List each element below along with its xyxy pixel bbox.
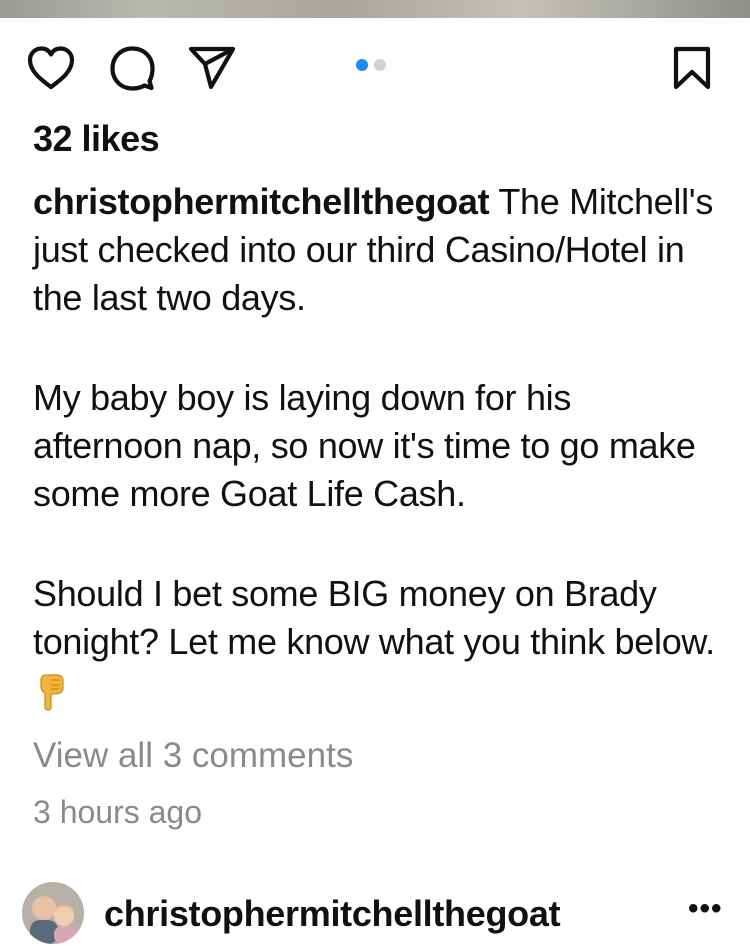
carousel-indicator	[356, 59, 386, 71]
caption-username[interactable]: christophermitchellthegoat	[33, 181, 490, 222]
comment-button[interactable]	[106, 40, 158, 96]
post-image-bottom-edge	[0, 0, 750, 18]
avatar[interactable]	[22, 882, 84, 944]
share-button[interactable]	[186, 40, 238, 96]
view-all-comments-link[interactable]: View all 3 comments	[33, 736, 353, 776]
next-post-header: christophermitchellthegoat •••	[0, 880, 750, 950]
likes-count[interactable]: 32 likes	[33, 118, 160, 160]
caption-paragraph-last: Should I bet some BIG money on Brady ton…	[33, 570, 723, 714]
save-button[interactable]	[666, 40, 718, 96]
bookmark-icon	[673, 46, 711, 90]
more-options-button[interactable]: •••	[688, 892, 723, 926]
caption-paragraph-text: Should I bet some BIG money on Brady ton…	[33, 573, 715, 662]
pointing-down-emoji-icon	[40, 674, 64, 711]
next-post-username[interactable]: christophermitchellthegoat	[104, 893, 561, 935]
post-action-bar	[0, 40, 750, 96]
comment-icon	[110, 46, 155, 91]
post-timestamp: 3 hours ago	[33, 794, 203, 830]
like-button[interactable]	[25, 40, 77, 96]
profile-photo-icon	[22, 882, 84, 944]
heart-icon	[27, 46, 75, 90]
carousel-dot	[374, 59, 386, 71]
carousel-dot-active	[356, 59, 368, 71]
caption-paragraph: My baby boy is laying down for his after…	[33, 377, 696, 514]
post-caption: christophermitchellthegoat The Mitchell'…	[33, 178, 723, 714]
share-icon	[188, 46, 236, 90]
